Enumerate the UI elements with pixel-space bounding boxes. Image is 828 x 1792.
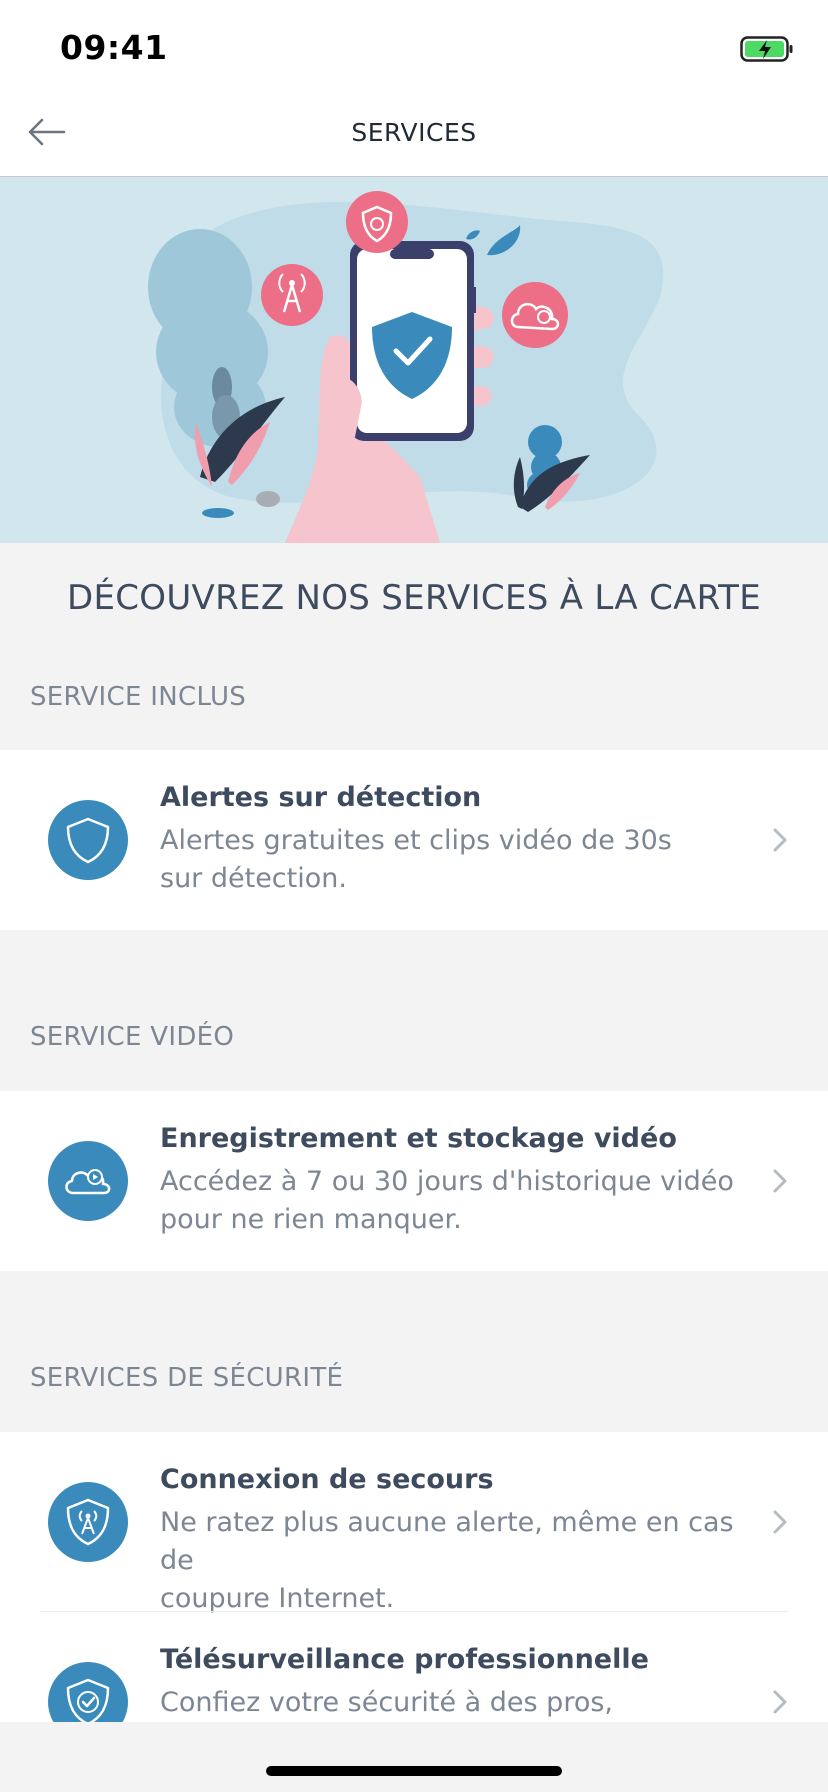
service-row-backup-connection[interactable]: Connexion de secours Ne ratez plus aucun… [0, 1432, 828, 1614]
service-description-line: Confiez votre sécurité à des pros, [160, 1687, 614, 1718]
section-card-security: Connexion de secours Ne ratez plus aucun… [0, 1432, 828, 1742]
service-description-line: Accédez à 7 ou 30 jours d'historique vid… [160, 1166, 734, 1197]
chevron-right-icon [773, 1510, 787, 1534]
chevron-right-icon [773, 828, 787, 852]
section-header-security: SERVICES DE SÉCURITÉ [30, 1363, 344, 1393]
service-description-line: Alertes gratuites et clips vidéo de 30s [160, 825, 672, 856]
chevron-right-icon [773, 1690, 787, 1714]
service-icon-container [48, 1482, 128, 1562]
shield-icon [66, 817, 110, 864]
service-title: Connexion de secours [160, 1464, 494, 1495]
hero-banner [0, 177, 828, 543]
page-title: SERVICES [351, 118, 477, 147]
service-icon-container [48, 800, 128, 880]
chevron-right-icon [773, 1169, 787, 1193]
antenna-shield-icon [66, 1498, 110, 1546]
section-card-included: Alertes sur détection Alertes gratuites … [0, 750, 828, 930]
service-description: Ne ratez plus aucune alerte, même en cas… [160, 1504, 760, 1618]
service-icon-container [48, 1141, 128, 1221]
service-row-video-storage[interactable]: Enregistrement et stockage vidéo Accédez… [0, 1091, 828, 1271]
service-row-detection-alerts[interactable]: Alertes sur détection Alertes gratuites … [0, 750, 828, 930]
service-description: Accédez à 7 ou 30 jours d'historique vid… [160, 1163, 760, 1239]
status-time: 09:41 [60, 28, 168, 67]
battery-charging-icon [740, 36, 793, 62]
section-card-video: Enregistrement et stockage vidéo Accédez… [0, 1091, 828, 1271]
service-description-line: Ne ratez plus aucune alerte, même en cas… [160, 1507, 734, 1576]
cloud-play-icon [65, 1169, 111, 1195]
services-heading: DÉCOUVREZ NOS SERVICES À LA CARTE [67, 578, 761, 618]
service-title: Enregistrement et stockage vidéo [160, 1123, 677, 1154]
service-description-line: sur détection. [160, 863, 347, 894]
status-bar: 09:41 [0, 0, 828, 100]
section-header-included: SERVICE INCLUS [30, 682, 247, 712]
service-description-line: pour ne rien manquer. [160, 1204, 462, 1235]
home-indicator-area [0, 1722, 828, 1792]
section-header-video: SERVICE VIDÉO [30, 1022, 235, 1052]
service-title: Alertes sur détection [160, 782, 482, 813]
service-description: Alertes gratuites et clips vidéo de 30s … [160, 822, 760, 898]
phone-shield-illustration [148, 191, 664, 543]
service-description: Confiez votre sécurité à des pros, [160, 1684, 760, 1722]
home-indicator[interactable] [266, 1766, 562, 1776]
service-title: Télésurveillance professionnelle [160, 1644, 649, 1675]
nav-bar: SERVICES [0, 100, 828, 177]
